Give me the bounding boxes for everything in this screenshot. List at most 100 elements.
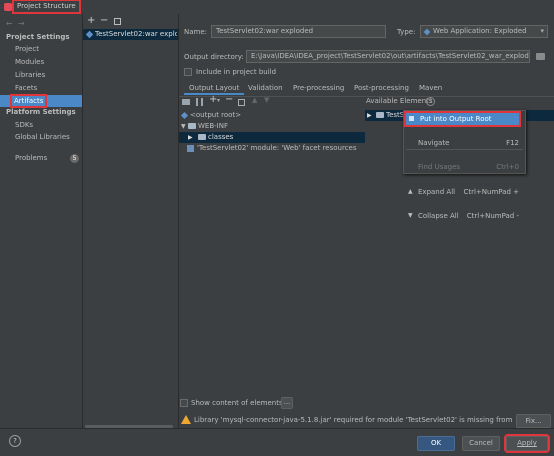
- collapse-arrow-icon: ▶: [188, 134, 193, 141]
- remove-element-icon[interactable]: −: [225, 94, 233, 105]
- move-down-icon[interactable]: ▼: [264, 96, 269, 104]
- bottom-divider: [0, 428, 554, 429]
- module-folder-icon: [376, 112, 384, 118]
- sidebar-item-sdks[interactable]: SDKs: [15, 121, 33, 129]
- tree-row-resources[interactable]: 'TestServlet02' module: 'Web' facet reso…: [179, 143, 365, 154]
- help-circle-icon[interactable]: ?: [426, 97, 435, 106]
- nav-back-icon[interactable]: ←: [6, 19, 13, 28]
- sidebar-item-global-libraries[interactable]: Global Libraries: [15, 133, 70, 141]
- menu-shortcut: F12: [506, 139, 519, 147]
- expand-arrow-icon: ▼: [181, 123, 186, 130]
- tab-maven[interactable]: Maven: [414, 81, 447, 95]
- tab-validation-label: Validation: [248, 84, 283, 92]
- menu-item-label: Collapse All: [418, 212, 459, 220]
- name-label: Name:: [184, 28, 208, 36]
- menu-item-navigate[interactable]: Navigate F12: [404, 137, 525, 149]
- sidebar-item-artifacts[interactable]: Artifacts: [0, 94, 82, 108]
- folder-icon: [188, 123, 196, 129]
- move-up-icon[interactable]: ▲: [252, 96, 257, 104]
- sidebar-item-modules[interactable]: Modules: [15, 58, 44, 66]
- tree-label-output-root: <output root>: [190, 111, 242, 119]
- artifact-war-icon: [85, 30, 94, 39]
- nav-forward-icon[interactable]: →: [18, 19, 25, 28]
- tree-row-classes[interactable]: ▶ classes: [179, 132, 365, 143]
- menu-shortcut: Ctrl+NumPad +: [463, 188, 519, 196]
- layout-toolbar: + ▾ − ▲ ▼: [180, 94, 360, 108]
- add-icon[interactable]: +: [87, 15, 95, 26]
- warning-bar: Library 'mysql-connector-java-5.1.8.jar'…: [179, 414, 554, 428]
- tree-label-webinf: WEB-INF: [198, 122, 228, 130]
- tab-post-processing[interactable]: Post-processing: [349, 81, 414, 95]
- web-app-icon: [423, 28, 431, 36]
- output-directory-label: Output directory:: [184, 53, 244, 61]
- cancel-button[interactable]: Cancel: [462, 436, 500, 451]
- type-select[interactable]: Web Application: Exploded ▾: [420, 25, 548, 38]
- menu-item-put-into-output-root[interactable]: Put into Output Root: [404, 111, 521, 127]
- menu-item-find-usages[interactable]: Find Usages Ctrl+0: [404, 161, 525, 173]
- menu-item-collapse-all[interactable]: ▼ Collapse All Ctrl+NumPad -: [404, 210, 525, 222]
- tab-output-layout[interactable]: Output Layout: [184, 81, 245, 95]
- available-elements-label: Available Elements: [366, 97, 433, 105]
- include-build-checkbox[interactable]: [184, 68, 192, 76]
- copy-icon[interactable]: [114, 18, 121, 25]
- warning-icon: [181, 415, 191, 424]
- add-dropdown-icon[interactable]: ▾: [217, 97, 220, 104]
- add-archive-icon[interactable]: [196, 98, 203, 106]
- sidebar-item-facets[interactable]: Facets: [15, 84, 37, 92]
- ok-button[interactable]: OK: [417, 436, 455, 451]
- tab-pre-processing-label: Pre-processing: [293, 84, 345, 92]
- menu-item-label: Find Usages: [418, 163, 461, 171]
- create-directory-icon[interactable]: [182, 99, 190, 105]
- section-platform-settings: Platform Settings: [6, 108, 76, 116]
- type-select-value: Web Application: Exploded: [433, 27, 527, 35]
- sidebar-item-problems[interactable]: Problems: [15, 154, 47, 162]
- remove-icon[interactable]: −: [100, 15, 108, 26]
- tree-row-output-root[interactable]: <output root>: [179, 110, 365, 121]
- put-output-icon: [409, 116, 414, 121]
- help-button[interactable]: ?: [9, 435, 21, 447]
- show-content-label: Show content of elements: [191, 399, 283, 407]
- app-icon: [4, 3, 12, 11]
- tab-output-layout-label: Output Layout: [189, 84, 240, 92]
- chevron-down-icon: ▾: [540, 27, 544, 35]
- menu-shortcut: Ctrl+0: [496, 163, 519, 171]
- warning-text: Library 'mysql-connector-java-5.1.8.jar'…: [194, 416, 512, 424]
- tab-post-processing-label: Post-processing: [354, 84, 409, 92]
- problems-badge: 5: [70, 154, 79, 163]
- title-bar: Project Structure: [0, 0, 554, 14]
- tab-pre-processing[interactable]: Pre-processing: [288, 81, 349, 95]
- tree-label-classes: classes: [208, 133, 234, 141]
- menu-item-label: Navigate: [418, 139, 450, 147]
- sidebar-item-artifacts-label: Artifacts: [9, 94, 48, 108]
- name-field[interactable]: TestServlet02:war exploded: [211, 25, 386, 38]
- output-directory-field[interactable]: E:\Java\IDEA\IDEA_project\TestServlet02\…: [246, 50, 530, 63]
- artifact-list-item[interactable]: TestServlet02:war exploded: [83, 29, 178, 40]
- window-title: Project Structure: [12, 0, 81, 14]
- tab-validation[interactable]: Validation: [243, 81, 288, 95]
- tab-bar: Output Layout Validation Pre-processing …: [179, 81, 554, 96]
- section-project-settings: Project Settings: [6, 33, 70, 41]
- artifact-list-item-label: TestServlet02:war exploded: [95, 30, 177, 38]
- sidebar-item-project[interactable]: Project: [15, 45, 39, 53]
- apply-button[interactable]: Apply: [504, 434, 550, 453]
- show-content-checkbox[interactable]: [180, 399, 188, 407]
- sort-icon[interactable]: [238, 99, 245, 106]
- tree-row-webinf[interactable]: ▼ WEB-INF: [179, 121, 365, 132]
- output-root-icon: [180, 111, 189, 120]
- folder-icon: [198, 134, 206, 140]
- browse-folder-icon[interactable]: [536, 53, 545, 60]
- tab-maven-label: Maven: [419, 84, 443, 92]
- tree-label-resources: 'TestServlet02' module: 'Web' facet reso…: [197, 144, 357, 152]
- menu-item-label: Put into Output Root: [420, 115, 492, 123]
- menu-separator: [406, 149, 523, 150]
- sidebar: Project Settings Project Modules Librari…: [0, 32, 82, 428]
- expand-all-icon: ▲: [408, 188, 413, 195]
- fix-button[interactable]: Fix...: [516, 414, 551, 428]
- include-build-label: Include in project build: [196, 68, 277, 76]
- artifact-list-panel: + − TestServlet02:war exploded: [83, 14, 178, 428]
- menu-shortcut: Ctrl+NumPad -: [466, 212, 519, 220]
- context-menu: Put into Output Root Navigate F12 Find U…: [403, 110, 526, 220]
- menu-item-expand-all[interactable]: ▲ Expand All Ctrl+NumPad +: [404, 186, 525, 198]
- sidebar-item-libraries[interactable]: Libraries: [15, 71, 45, 79]
- show-content-options-button[interactable]: ...: [281, 397, 293, 409]
